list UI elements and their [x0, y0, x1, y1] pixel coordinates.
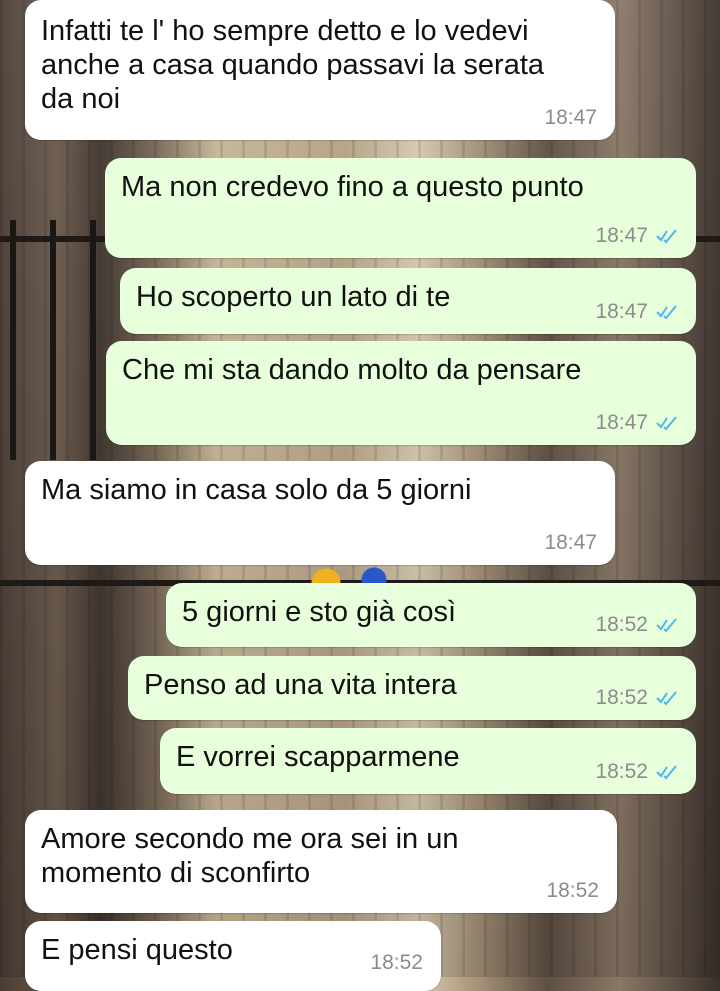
message-text: Amore secondo me ora sei in un momento d… [41, 823, 459, 889]
message-bubble-outgoing[interactable]: Che mi sta dando molto da pensare 18:47 [106, 341, 696, 445]
double-check-icon [656, 765, 677, 780]
message-meta: 18:47 [544, 531, 597, 555]
message-meta: 18:52 [370, 951, 423, 975]
message-time: 18:52 [595, 613, 648, 636]
message-time: 18:47 [595, 300, 648, 323]
message-text: E pensi questo [41, 934, 233, 966]
double-check-icon [656, 416, 677, 431]
message-time: 18:52 [370, 951, 423, 974]
message-meta: 18:47 [544, 106, 597, 130]
message-text: Ma siamo in casa solo da 5 giorni [41, 474, 472, 506]
message-bubble-incoming[interactable]: Ma siamo in casa solo da 5 giorni 18:47 [25, 461, 615, 565]
message-text: Ma non credevo fino a questo punto [121, 171, 584, 203]
message-meta: 18:52 [546, 879, 599, 903]
double-check-icon [656, 691, 677, 706]
message-bubble-outgoing[interactable]: 5 giorni e sto già così 18:52 [166, 583, 696, 647]
message-text: Che mi sta dando molto da pensare [122, 354, 582, 386]
double-check-icon [656, 229, 677, 244]
double-check-icon [656, 618, 677, 633]
message-bubble-outgoing[interactable]: E vorrei scapparmene 18:52 [160, 728, 696, 794]
message-time: 18:52 [595, 686, 648, 709]
message-meta: 18:52 [595, 760, 678, 784]
message-time: 18:47 [595, 411, 648, 434]
message-bubble-outgoing[interactable]: Ho scoperto un lato di te 18:47 [120, 268, 696, 334]
message-time: 18:47 [544, 106, 597, 129]
message-meta: 18:47 [595, 411, 678, 435]
message-meta: 18:52 [595, 613, 678, 637]
message-meta: 18:47 [595, 300, 678, 324]
message-time: 18:52 [595, 760, 648, 783]
message-bubble-outgoing[interactable]: Penso ad una vita intera 18:52 [128, 656, 696, 720]
message-bubble-incoming[interactable]: Amore secondo me ora sei in un momento d… [25, 810, 617, 913]
message-time: 18:47 [544, 531, 597, 554]
message-time: 18:47 [595, 224, 648, 247]
chat-message-list: Infatti te l' ho sempre detto e lo vedev… [0, 0, 720, 991]
message-meta: 18:47 [595, 224, 678, 248]
message-bubble-outgoing[interactable]: Ma non credevo fino a questo punto 18:47 [105, 158, 696, 258]
double-check-icon [656, 305, 677, 320]
message-text: Infatti te l' ho sempre detto e lo vedev… [41, 15, 545, 115]
message-bubble-incoming[interactable]: Infatti te l' ho sempre detto e lo vedev… [25, 0, 615, 140]
message-time: 18:52 [546, 879, 599, 902]
message-meta: 18:52 [595, 686, 678, 710]
message-bubble-incoming[interactable]: E pensi questo 18:52 [25, 921, 441, 991]
